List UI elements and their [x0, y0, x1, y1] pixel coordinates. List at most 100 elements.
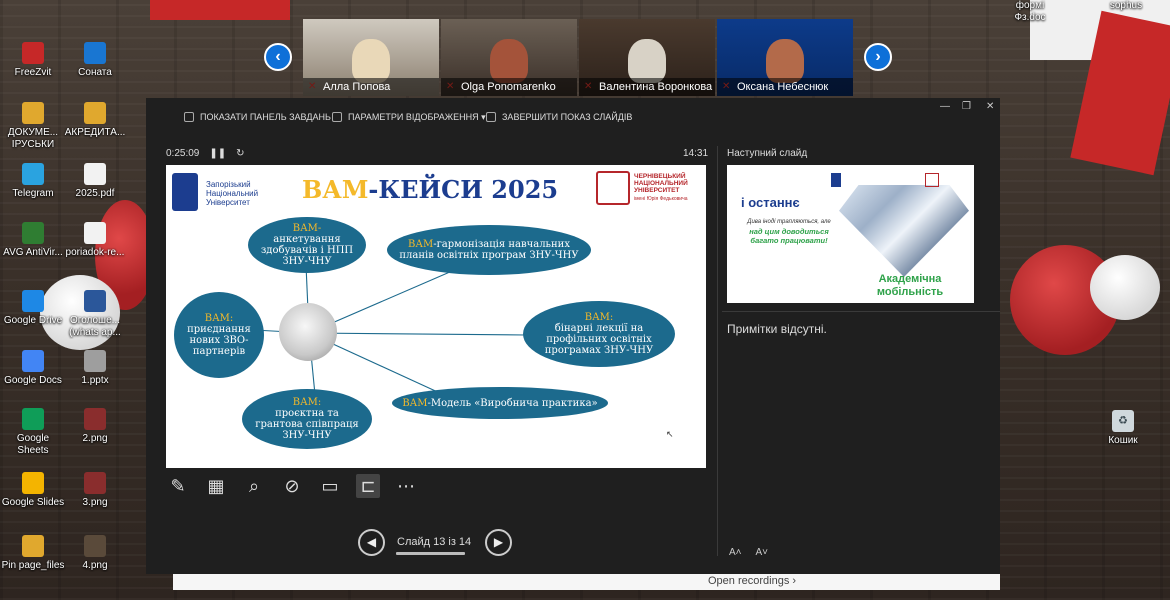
desktop-icon-label: Google Slides — [1, 497, 65, 508]
participant-video-icon — [490, 39, 528, 83]
desktop-icon[interactable]: 3.png — [62, 472, 128, 509]
desktop-icon[interactable]: poriadok-re... — [62, 222, 128, 259]
desktop-icon[interactable]: Соната — [62, 42, 128, 79]
bubble-survey-text: анкетування здобувачів і НПП ЗНУ-ЧНУ — [260, 234, 354, 267]
desktop-file-sophus[interactable]: sophus — [1096, 0, 1156, 12]
desktop-icon[interactable]: FreeZvit — [0, 42, 66, 79]
decrease-font-icon[interactable]: A˅ — [756, 547, 769, 558]
desktop-icon-label: Telegram — [12, 188, 54, 199]
bubble-new-partners-accent: ВАМ: — [204, 313, 234, 324]
see-all-slides-icon[interactable]: ▦ — [204, 474, 228, 498]
avg-antivirus-icon — [22, 222, 44, 244]
notes-divider[interactable] — [722, 311, 1000, 312]
desktop-icon-label: 4.png — [82, 560, 108, 571]
bubble-binary-lectures-accent: ВАМ: — [584, 312, 614, 323]
video-icon[interactable]: ⊏ — [356, 474, 380, 498]
desktop-icon[interactable]: AVG AntiVir... — [0, 222, 66, 259]
desktop-icon[interactable]: Оголоше... (whats ap... — [62, 290, 128, 339]
decor-gift-top — [150, 0, 290, 20]
next-slide-chnu-logo — [925, 173, 939, 187]
desktop-icon[interactable]: Google Slides — [0, 472, 66, 509]
video-participants-strip: ✕ Алла Попова ✕ Olga Ponomarenko ✕ Вален… — [303, 19, 853, 96]
desktop-icon-label: 2.png — [82, 433, 108, 444]
desktop-icon[interactable]: АКРЕДИТА... — [62, 102, 128, 139]
participant-tile[interactable]: ✕ Olga Ponomarenko — [441, 19, 577, 96]
desktop-icon[interactable]: 1.pptx — [62, 350, 128, 387]
bubble-harmonization-accent: ВАМ — [408, 239, 434, 250]
mouse-cursor-icon: ↖ — [666, 429, 674, 439]
desktop-icon[interactable]: Pin page_files — [0, 535, 66, 572]
maximize-icon[interactable]: ❐ — [962, 101, 971, 112]
presenter-tools: ✎ ▦ ⌕ ⊘ ▭ ⊏ ⋯ — [166, 474, 418, 498]
desktop-icon[interactable]: ДОКУМЕ... ІРУСЬКИ — [0, 102, 66, 151]
next-slide-quote-1: Дива іноді трапляються, але — [747, 219, 831, 225]
bubble-internship-model-accent: ВАМ — [402, 397, 428, 409]
desktop-file-formi[interactable]: формі Фз.doc — [1000, 0, 1060, 24]
desktop-icon[interactable]: 2025.pdf — [62, 163, 128, 200]
participant-tile[interactable]: ✕ Валентина Воронкова — [579, 19, 715, 96]
end-show-icon — [486, 112, 496, 122]
bubble-internship-model-text: -Модель «Виробнича практика» — [427, 397, 598, 409]
participant-name: Валентина Воронкова — [579, 78, 715, 96]
image-file-icon — [84, 408, 106, 430]
minimize-icon[interactable]: — — [940, 101, 950, 112]
next-slide-label: Наступний слайд — [727, 148, 808, 159]
pane-divider[interactable] — [717, 146, 718, 556]
current-slide: Запорізький Національний Університет ВАМ… — [166, 165, 706, 468]
previous-slide-button[interactable]: ◀ — [358, 529, 385, 556]
pen-icon[interactable]: ✎ — [166, 474, 190, 498]
zoom-icon[interactable]: ⌕ — [242, 474, 266, 498]
display-settings-icon — [332, 112, 342, 122]
next-slide-znu-logo — [831, 173, 841, 187]
display-settings-button[interactable]: ПАРАМЕТРИ ВІДОБРАЖЕННЯ ▾ — [332, 111, 486, 123]
end-show-button[interactable]: ЗАВЕРШИТИ ПОКАЗ СЛАЙДІВ — [486, 111, 632, 123]
recycle-bin-label: Кошик — [1108, 435, 1138, 446]
participant-tile[interactable]: ✕ Алла Попова — [303, 19, 439, 96]
slide-title-rest: -КЕЙСИ 2025 — [368, 175, 559, 204]
desktop-icon[interactable]: Telegram — [0, 163, 66, 200]
next-slide-quote-2: над цим доводиться багато працювати! — [749, 227, 829, 245]
camera-toggle-icon[interactable]: ⊘ — [280, 474, 304, 498]
desktop-icon-label: AVG AntiVir... — [3, 247, 63, 258]
pause-icon[interactable]: ❚❚ — [209, 148, 226, 159]
display-settings-label: ПАРАМЕТРИ ВІДОБРАЖЕННЯ ▾ — [348, 112, 486, 122]
close-icon[interactable]: ✕ — [986, 101, 994, 112]
video-prev-button[interactable]: ‹ — [264, 43, 292, 71]
more-options-icon[interactable]: ⋯ — [394, 474, 418, 498]
elapsed-timer: 0:25:09 ❚❚ ↻ — [166, 148, 245, 159]
desktop-icon[interactable]: Google Docs — [0, 350, 66, 387]
folder-icon — [84, 102, 106, 124]
desktop-icon[interactable]: Google Sheets — [0, 408, 66, 457]
recycle-bin-icon: ♻ — [1112, 410, 1134, 432]
desktop-icon[interactable]: 4.png — [62, 535, 128, 572]
clock: 14:31 — [683, 148, 709, 159]
desktop-icon[interactable]: Google Drive — [0, 290, 66, 327]
participant-video-icon — [766, 39, 804, 83]
center-image — [279, 303, 337, 361]
increase-font-icon[interactable]: A˄ — [729, 547, 742, 558]
freezvit-app-icon — [22, 42, 44, 64]
desktop-icon-label: Google Docs — [4, 375, 62, 386]
next-slide-preview[interactable]: і останнє Дива іноді трапляються, але на… — [727, 165, 974, 303]
subtitles-icon[interactable]: ▭ — [318, 474, 342, 498]
video-next-button[interactable]: › — [864, 43, 892, 71]
presenter-toolbar: ПОКАЗАТИ ПАНЕЛЬ ЗАВДАНЬ ПАРАМЕТРИ ВІДОБР… — [146, 98, 1000, 132]
participant-tile[interactable]: ✕ Оксана Небеснюк — [717, 19, 853, 96]
next-slide-heading: і останнє — [741, 195, 800, 210]
diamond-image — [839, 185, 969, 277]
open-recordings-link[interactable]: Open recordings › — [708, 575, 796, 587]
show-taskbar-button[interactable]: ПОКАЗАТИ ПАНЕЛЬ ЗАВДАНЬ — [184, 111, 331, 123]
bubble-new-partners: ВАМ: приєднання нових ЗВО-партнерів — [174, 292, 264, 378]
restart-icon[interactable]: ↻ — [236, 148, 244, 159]
notes-font-controls: A˄ A˅ — [729, 547, 768, 558]
desktop-icon[interactable]: 2.png — [62, 408, 128, 445]
bubble-grant-cooperation-accent: ВАМ: — [292, 397, 322, 408]
recycle-bin[interactable]: ♻ Кошик — [1090, 410, 1156, 447]
elapsed-time: 0:25:09 — [166, 148, 200, 159]
presenter-view-window: ПОКАЗАТИ ПАНЕЛЬ ЗАВДАНЬ ПАРАМЕТРИ ВІДОБР… — [146, 98, 1000, 574]
folder-icon — [22, 102, 44, 124]
word-file-icon — [84, 290, 106, 312]
next-slide-button[interactable]: ▶ — [485, 529, 512, 556]
chnu-logo — [596, 171, 630, 205]
image-file-icon — [84, 472, 106, 494]
